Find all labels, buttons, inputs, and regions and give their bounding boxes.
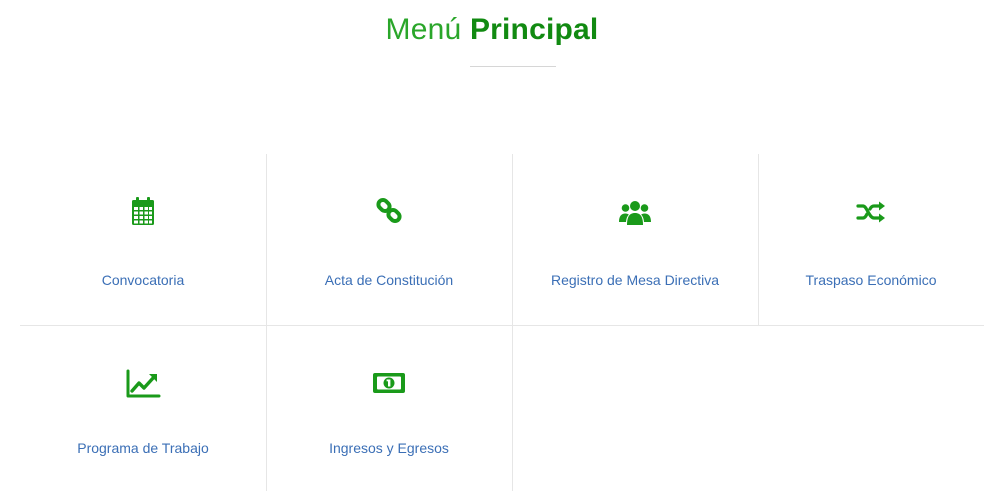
menu-item-label: Ingresos y Egresos [329,440,449,456]
menu-item-label: Traspaso Económico [805,272,937,288]
menu-item-convocatoria[interactable]: Convocatoria [20,154,266,325]
link-icon [376,197,402,224]
menu-item-acta-constitucion[interactable]: Acta de Constitución [266,154,512,325]
users-icon [619,201,651,225]
title-divider [470,66,556,67]
page-title-light: Menú [385,13,462,46]
calendar-icon [132,197,154,225]
menu-item-traspaso-economico[interactable]: Traspaso Económico [758,154,984,325]
menu-item-registro-mesa-directiva[interactable]: Registro de Mesa Directiva [512,154,758,325]
menu-item-label: Registro de Mesa Directiva [550,272,720,288]
menu-item-programa-trabajo[interactable]: Programa de Trabajo [20,325,266,491]
shuffle-icon [856,201,885,223]
money-icon [373,373,405,393]
menu-item-label: Programa de Trabajo [77,440,209,456]
menu-item-label: Acta de Constitución [324,272,454,288]
line-chart-icon [126,369,161,398]
page-title: Menú Principal [0,8,984,52]
page-header: Menú Principal [0,8,984,52]
menu-item-ingresos-egresos[interactable]: Ingresos y Egresos [266,325,512,491]
menu-item-label: Convocatoria [101,272,185,288]
menu-grid: Convocatoria Acta de Constitución Regist… [20,154,984,491]
page-title-bold: Principal [469,13,599,46]
